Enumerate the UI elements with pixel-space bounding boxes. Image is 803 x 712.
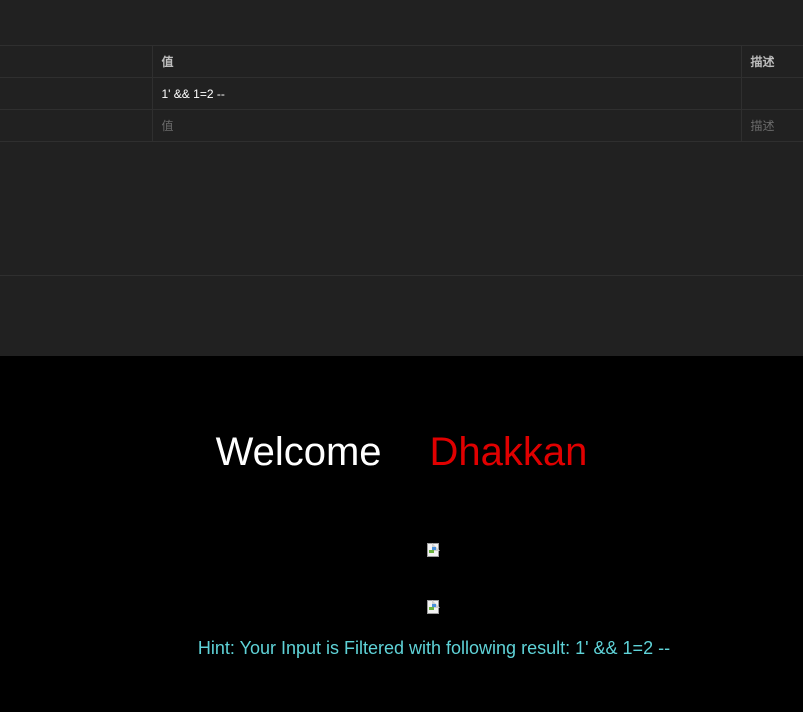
broken-image-icon [426,542,442,558]
welcome-word: Welcome [215,430,382,474]
panel-toolbar [0,0,803,45]
panel-divider [0,275,803,276]
response-page: Welcome Dhakkan Hint: Your Input is Filte… [0,356,803,712]
new-value-field[interactable]: 值 [151,109,741,142]
params-panel: 值 描述 1' && 1=2 -- 值 描述 [0,0,803,356]
hint-text: Hint: Your Input is Filtered with follow… [197,638,671,658]
welcome-heading: Welcome Dhakkan [0,428,803,476]
header-key [0,45,152,78]
broken-image-icon [426,599,442,615]
new-description-field[interactable]: 描述 [740,109,803,142]
param-key-cell[interactable] [0,77,152,110]
param-description-cell[interactable] [740,77,803,110]
param-value-cell[interactable]: 1' && 1=2 -- [151,77,741,110]
header-description: 描述 [740,45,803,78]
user-name: Dhakkan [429,430,588,474]
params-header-row: 值 描述 [0,45,803,78]
table-row: 1' && 1=2 -- [0,77,803,110]
new-key-field[interactable] [0,109,152,142]
params-table: 值 描述 1' && 1=2 -- 值 描述 [0,45,803,142]
header-value: 值 [151,45,741,78]
new-param-row: 值 描述 [0,109,803,142]
